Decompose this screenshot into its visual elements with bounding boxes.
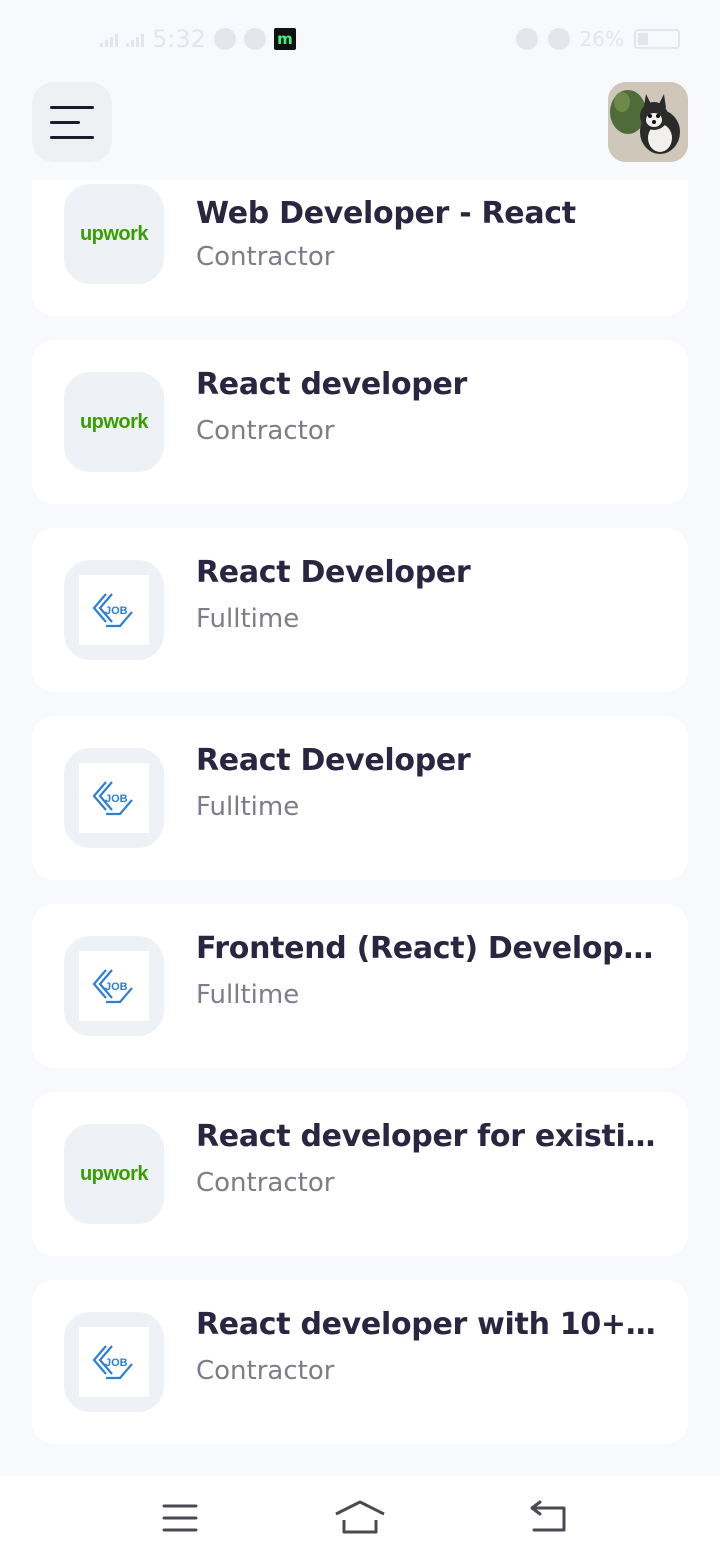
status-bar-overlay: 5:32 m 26%	[0, 0, 720, 76]
job-title: React developer with 10+...	[196, 1307, 656, 1342]
upwork-logo: upwork	[79, 410, 149, 433]
alarm-icon	[515, 28, 538, 50]
svg-text:JOB: JOB	[105, 981, 128, 993]
back-icon[interactable]	[518, 1498, 578, 1538]
job-type: Fulltime	[196, 792, 300, 822]
job-type: Fulltime	[196, 604, 300, 634]
svg-text:JOB: JOB	[105, 1357, 128, 1369]
job-title: Web Developer - React	[196, 196, 576, 231]
company-logo-tile: upwork	[64, 184, 164, 284]
company-logo-tile: upwork	[64, 372, 164, 472]
status-left-overlay: 5:32 m	[100, 24, 296, 54]
company-logo-tile: JOB	[64, 748, 164, 848]
job-title: React developer	[196, 367, 467, 402]
job-type: Contractor	[196, 1356, 335, 1386]
battery-icon	[634, 29, 680, 49]
system-nav-bar	[0, 1476, 720, 1560]
company-logo-tile: JOB	[64, 560, 164, 660]
status-right-overlay: 26%	[515, 24, 680, 54]
hamburger-menu-icon-line	[50, 135, 94, 139]
job-title: React Developer	[196, 555, 471, 590]
shield-icon	[243, 28, 266, 50]
job-logo-icon: JOB	[79, 951, 149, 1021]
job-type: Contractor	[196, 416, 335, 446]
job-title: React developer for existi...	[196, 1119, 656, 1154]
app-notification-icon: m	[273, 28, 296, 50]
puppy-photo-icon	[608, 82, 688, 162]
notification-icon	[213, 28, 236, 50]
signal-icon	[100, 31, 118, 47]
hamburger-menu-icon	[50, 105, 94, 109]
company-logo-tile: JOB	[64, 936, 164, 1036]
job-card[interactable]: JOB Frontend (React) Develop... Fulltime	[32, 904, 688, 1068]
upwork-logo: upwork	[79, 1162, 149, 1185]
job-title: React Developer	[196, 743, 471, 778]
job-logo-icon: JOB	[79, 1327, 149, 1397]
job-logo-icon: JOB	[79, 575, 149, 645]
job-card[interactable]: JOB React Developer Fulltime	[32, 528, 688, 692]
company-logo-tile: upwork	[64, 1124, 164, 1224]
signal-icon	[126, 31, 144, 47]
svg-text:JOB: JOB	[105, 605, 128, 617]
avatar[interactable]	[608, 82, 688, 162]
job-type: Contractor	[196, 242, 335, 272]
job-title: Frontend (React) Develop...	[196, 931, 656, 966]
menu-button[interactable]	[32, 82, 112, 162]
home-icon[interactable]	[330, 1498, 390, 1538]
svg-text:JOB: JOB	[105, 793, 128, 805]
job-card[interactable]: upwork React developer Contractor	[32, 340, 688, 504]
job-card[interactable]: JOB React Developer Fulltime	[32, 716, 688, 880]
wifi-icon	[547, 28, 570, 50]
job-type: Fulltime	[196, 980, 300, 1010]
battery-percent: 26%	[579, 27, 624, 51]
job-card-first-visible[interactable]: upwork Web Developer - React Contractor	[32, 180, 688, 316]
upwork-logo: upwork	[79, 222, 149, 245]
company-logo-tile: JOB	[64, 1312, 164, 1412]
job-logo-icon: JOB	[79, 763, 149, 833]
job-type: Contractor	[196, 1168, 335, 1198]
job-card[interactable]: upwork React developer for existi... Con…	[32, 1092, 688, 1256]
recent-apps-icon[interactable]	[150, 1498, 210, 1538]
hamburger-menu-icon-line	[50, 120, 80, 124]
status-time: 5:32	[152, 25, 206, 53]
job-card[interactable]: JOB React developer with 10+... Contract…	[32, 1280, 688, 1444]
